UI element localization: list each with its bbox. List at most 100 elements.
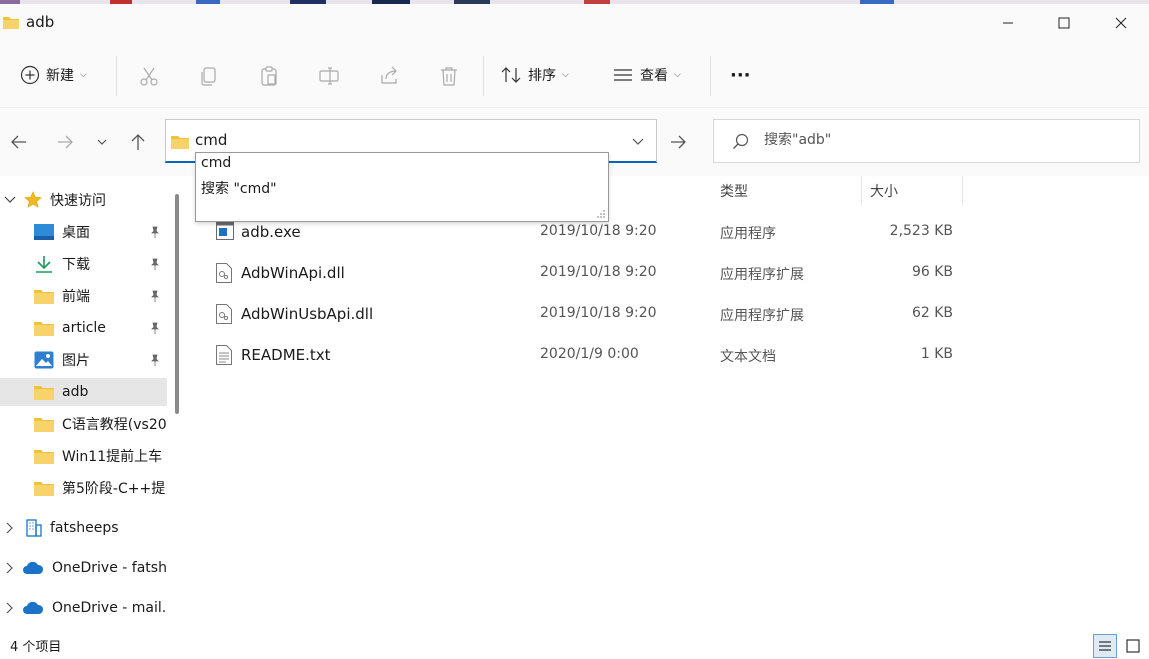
desktop-icon [34, 224, 54, 240]
txt-icon [216, 345, 232, 365]
sidebar-item-frontend[interactable]: 前端 [0, 282, 167, 310]
onedrive-icon [23, 561, 44, 574]
sidebar-item-adb[interactable]: adb [0, 378, 167, 406]
copy-button[interactable] [195, 62, 223, 90]
divider [483, 56, 484, 96]
search-icon [733, 133, 749, 149]
column-divider[interactable] [962, 176, 963, 206]
column-header-size[interactable]: 大小 [870, 176, 898, 206]
tiles-view-icon [1126, 639, 1140, 653]
building-icon [26, 519, 42, 537]
sidebar-item-label: OneDrive - mail. [52, 600, 167, 616]
scrollbar-thumb[interactable] [175, 194, 179, 414]
resize-grip-icon[interactable] [596, 209, 606, 219]
sidebar-item-label: 图片 [62, 353, 90, 369]
file-date: 2019/10/18 9:20 [540, 305, 657, 321]
address-dropdown-button[interactable] [632, 134, 644, 150]
file-size: 62 KB [911, 305, 953, 321]
search-input[interactable] [764, 132, 1124, 148]
dll-icon [216, 304, 232, 324]
window-title: adb [26, 13, 55, 31]
chevron-right-icon [6, 522, 13, 534]
sidebar-item-downloads[interactable]: 下载 [0, 250, 167, 278]
command-bar: 新建 ⌵ 排序 ⌵ 查看 ⌵ ··· [0, 42, 1149, 108]
pin-icon [151, 290, 159, 302]
maximize-icon [1058, 17, 1070, 29]
close-button[interactable] [1093, 4, 1149, 42]
view-button[interactable]: 查看 ⌵ [612, 56, 681, 94]
sidebar-item-stage5[interactable]: 第5阶段-C++提 [0, 474, 167, 502]
large-icons-view-button[interactable] [1121, 634, 1145, 658]
copy-icon [201, 67, 216, 86]
folder-icon [34, 449, 54, 464]
more-button[interactable]: ··· [730, 56, 751, 94]
share-button[interactable] [375, 62, 403, 90]
sidebar-item-label: fatsheeps [50, 520, 119, 536]
file-size: 96 KB [911, 264, 953, 280]
sidebar-item-onedrive-fatsh[interactable]: OneDrive - fatsh [0, 554, 167, 582]
forward-button[interactable] [51, 128, 79, 156]
file-row[interactable]: AdbWinUsbApi.dll 2019/10/18 9:20 应用程序扩展 … [208, 294, 978, 334]
file-date: 2020/1/9 0:00 [540, 346, 639, 362]
sidebar-item-article[interactable]: article [0, 314, 167, 342]
sidebar-quick-access-label: 快速访问 [50, 193, 106, 209]
share-icon [381, 66, 397, 84]
sidebar-item-desktop[interactable]: 桌面 [0, 218, 167, 246]
file-name: adb.exe [241, 223, 301, 241]
folder-icon [34, 385, 54, 400]
pin-icon [151, 322, 159, 334]
sidebar-item-win11[interactable]: Win11提前上车 [0, 442, 167, 470]
sidebar-item-label: OneDrive - fatsh [52, 560, 167, 576]
sidebar-item-fatsheeps[interactable]: fatsheeps [0, 514, 167, 542]
chevron-down-icon: ⌵ [674, 70, 681, 80]
folder-icon [171, 136, 189, 149]
details-view-button[interactable] [1093, 634, 1117, 658]
dll-icon [216, 263, 232, 283]
sidebar-quick-access[interactable]: 快速访问 [0, 186, 167, 214]
suggestion-item[interactable]: 搜索 "cmd" [201, 178, 277, 198]
chevron-down-icon [97, 139, 107, 145]
go-button[interactable] [663, 127, 693, 157]
paste-button[interactable] [255, 62, 283, 90]
status-bar: 4 个项目 [0, 632, 1149, 659]
maximize-button[interactable] [1036, 4, 1092, 42]
sort-button[interactable]: 排序 ⌵ [500, 56, 569, 94]
arrow-up-icon [131, 134, 145, 150]
cut-button[interactable] [135, 62, 163, 90]
rename-icon [319, 67, 339, 85]
column-header-type[interactable]: 类型 [720, 176, 748, 206]
file-row[interactable]: AdbWinApi.dll 2019/10/18 9:20 应用程序扩展 96 … [208, 253, 978, 293]
folder-icon [34, 289, 54, 304]
sidebar-item-label: article [62, 320, 106, 336]
list-view-icon [614, 69, 632, 81]
trash-icon [441, 67, 457, 86]
file-date: 2019/10/18 9:20 [540, 264, 657, 280]
suggestion-item[interactable]: cmd [201, 155, 231, 171]
sidebar-item-label: 下载 [62, 257, 90, 273]
search-box[interactable] [713, 119, 1140, 163]
recent-locations-button[interactable] [88, 128, 116, 156]
chevron-down-icon: ⌵ [562, 70, 569, 80]
details-view-icon [1099, 641, 1111, 651]
minimize-button[interactable] [980, 4, 1036, 42]
file-name: README.txt [241, 346, 331, 364]
sidebar-item-c-tutorial[interactable]: C语言教程(vs20 [0, 410, 167, 438]
divider [710, 56, 711, 96]
rename-button[interactable] [315, 62, 343, 90]
sort-icon [501, 67, 521, 83]
back-button[interactable] [5, 128, 33, 156]
column-divider[interactable] [861, 176, 862, 206]
up-button[interactable] [124, 128, 152, 156]
sidebar-item-label: C语言教程(vs20 [62, 417, 167, 433]
file-row[interactable]: README.txt 2020/1/9 0:00 文本文档 1 KB [208, 335, 978, 375]
sidebar-item-pictures[interactable]: 图片 [0, 346, 167, 374]
sidebar-scrollbar[interactable] [173, 194, 181, 414]
download-icon [36, 256, 52, 273]
folder-icon [34, 417, 54, 432]
delete-button[interactable] [435, 62, 463, 90]
address-input[interactable] [195, 131, 615, 149]
new-button[interactable]: 新建 ⌵ [20, 56, 87, 94]
pin-icon [151, 258, 159, 270]
sidebar-item-onedrive-mail[interactable]: OneDrive - mail. [0, 594, 167, 622]
scissors-icon [140, 67, 158, 86]
